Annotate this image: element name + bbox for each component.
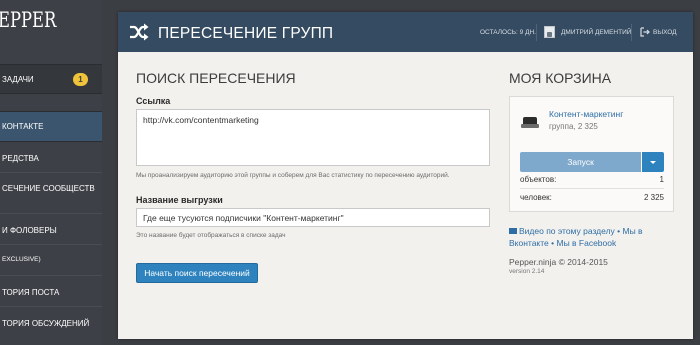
sidebar-divider: [0, 172, 102, 173]
version-text: version 2.14: [509, 268, 545, 275]
cart-item-subtitle: группа, 2 325: [549, 122, 598, 131]
cart-box: Контент-маркетинг группа, 2 325 Запуск о…: [509, 96, 674, 212]
logout-icon[interactable]: [640, 27, 650, 37]
sidebar-divider: [0, 213, 102, 214]
sidebar-item-label: РЕДСТВА: [2, 153, 39, 163]
sidebar-item-label: EXCLUSIVE): [2, 255, 41, 263]
logout-link[interactable]: Выход: [653, 29, 677, 36]
link-help-text: Мы проанализируем аудиторию этой группы …: [136, 172, 450, 179]
sidebar-item-vkontakte[interactable]: КОНТАКТЕ: [0, 111, 102, 142]
link-textarea[interactable]: http://vk.com/contentmarketing: [136, 109, 490, 166]
sidebar-item-tools[interactable]: РЕДСТВА: [0, 146, 102, 170]
panel-header: Пересечение групп Осталось: 9 дн. Дмитри…: [118, 12, 693, 52]
cart-section-title: Моя корзина: [509, 70, 612, 86]
link-separator: •: [614, 226, 623, 236]
video-tutorial-link[interactable]: Видео по этому разделу: [519, 226, 615, 236]
help-links: Видео по этому разделу • Мы в Вконтакте …: [509, 225, 679, 249]
stat-key: человек:: [520, 193, 552, 202]
app-logo: EPPER: [0, 8, 57, 32]
subscription-remaining: Осталось: 9 дн.: [480, 29, 536, 36]
launch-button[interactable]: Запуск: [520, 152, 641, 172]
sidebar-item-followers[interactable]: И ФОЛОВЕРЫ: [0, 218, 102, 242]
export-name-help-text: Это название будет отображаться в списке…: [136, 232, 286, 239]
sidebar-divider: [0, 275, 102, 276]
tasks-count-badge: 1: [73, 73, 88, 86]
cart-stat-people: человек: 2 325: [520, 190, 664, 207]
header-divider: [536, 24, 537, 41]
shuffle-icon: [130, 23, 149, 41]
sidebar-item-post-history[interactable]: ТОРИЯ ПОСТА: [0, 280, 102, 304]
search-section-title: Поиск пересечения: [136, 70, 296, 86]
stat-value: 1: [659, 175, 664, 184]
start-search-button[interactable]: Начать поиск пересечений: [136, 263, 258, 283]
cart-item-title[interactable]: Контент-маркетинг: [549, 109, 623, 119]
user-name-link[interactable]: Дмитрий Дементий: [561, 29, 631, 36]
stat-value: 2 325: [643, 193, 664, 202]
sidebar-item-label: СЕЧЕНИЕ СООБЩЕСТВ: [2, 183, 95, 193]
stat-key: объектов:: [520, 175, 557, 184]
sidebar-item-group-intersection[interactable]: СЕЧЕНИЕ СООБЩЕСТВ: [0, 175, 102, 201]
sidebar-item-label: ЗАДАЧИ: [2, 74, 34, 84]
avatar[interactable]: [544, 26, 555, 38]
sidebar: EPPER ЗАДАЧИ 1 КОНТАКТЕ РЕДСТВА СЕЧЕНИЕ …: [0, 0, 102, 345]
facebook-link[interactable]: Мы в Facebook: [556, 238, 616, 248]
page-title: Пересечение групп: [158, 25, 334, 42]
group-product-icon: [521, 117, 539, 128]
sidebar-item-exclusive[interactable]: EXCLUSIVE): [0, 248, 102, 270]
header-divider: [631, 24, 632, 41]
video-icon: [509, 228, 517, 234]
main-panel: Пересечение групп Осталось: 9 дн. Дмитри…: [118, 12, 693, 339]
sidebar-item-label: ТОРИЯ ПОСТА: [2, 287, 60, 297]
copyright-text: Pepper.ninja © 2014-2015: [509, 257, 608, 267]
sidebar-item-label: ТОРИЯ ОБСУЖДЕНИЙ: [2, 318, 90, 328]
cart-stat-objects: объектов: 1: [520, 172, 664, 189]
sidebar-item-discussion-history[interactable]: ТОРИЯ ОБСУЖДЕНИЙ: [0, 311, 102, 335]
sidebar-item-label: КОНТАКТЕ: [2, 122, 44, 131]
sidebar-item-tasks[interactable]: ЗАДАЧИ 1: [0, 64, 102, 94]
export-name-label: Название выгрузки: [136, 195, 223, 205]
sidebar-divider: [0, 306, 102, 307]
launch-dropdown-toggle[interactable]: [642, 152, 664, 172]
sidebar-divider: [0, 244, 102, 245]
link-label: Ссылка: [136, 96, 171, 106]
export-name-input[interactable]: Где еще тусуются подписчики "Контент-мар…: [136, 208, 490, 227]
sidebar-item-label: И ФОЛОВЕРЫ: [2, 225, 57, 235]
